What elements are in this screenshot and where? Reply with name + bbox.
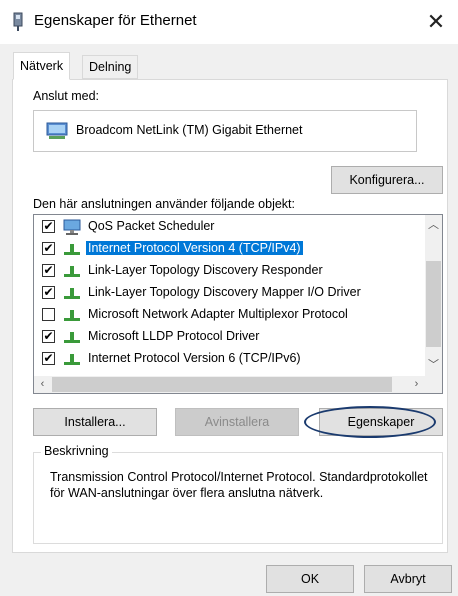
protocol-icon: [64, 288, 80, 299]
list-item[interactable]: ✔ Internet Protocol Version 4 (TCP/IPv4): [34, 238, 424, 260]
list-item[interactable]: ✔ Microsoft LLDP Protocol Driver: [34, 326, 424, 348]
button-label: Egenskaper: [347, 415, 415, 429]
item-label: Link-Layer Topology Discovery Responder: [88, 263, 323, 277]
scroll-right-icon[interactable]: ›: [408, 376, 425, 393]
checkbox[interactable]: ✔: [42, 286, 55, 299]
scrollbar-corner: [425, 376, 442, 393]
checkbox[interactable]: ✔: [42, 264, 55, 277]
checkbox[interactable]: ✔: [42, 242, 55, 255]
properties-button[interactable]: Egenskaper: [319, 408, 443, 436]
list-item[interactable]: ✔ QoS Packet Scheduler: [34, 216, 424, 238]
button-label: OK: [300, 572, 320, 586]
item-label: Microsoft Network Adapter Multiplexor Pr…: [88, 307, 348, 321]
item-label: QoS Packet Scheduler: [88, 219, 215, 233]
window-title: Egenskaper för Ethernet: [34, 12, 197, 29]
scroll-down-icon[interactable]: ﹀: [425, 357, 442, 374]
tab-label: Delning: [89, 60, 132, 74]
uninstall-button: Avinstallera: [175, 408, 299, 436]
button-label: Avbryt: [390, 572, 426, 586]
checkbox[interactable]: ✔: [42, 330, 55, 343]
list-item[interactable]: Microsoft Network Adapter Multiplexor Pr…: [34, 304, 424, 326]
tab-label: Nätverk: [20, 59, 64, 73]
description-text: Transmission Control Protocol/Internet P…: [50, 470, 428, 500]
button-label: Avinstallera: [204, 415, 270, 429]
protocol-icon: [64, 310, 80, 321]
connect-using-label: Anslut med:: [33, 89, 100, 103]
button-label: Konfigurera...: [349, 173, 425, 187]
items-list[interactable]: ✔ QoS Packet Scheduler ✔ Internet Protoc…: [33, 214, 443, 394]
items-label: Den här anslutningen använder följande o…: [33, 197, 295, 211]
close-icon: ✕: [426, 9, 446, 34]
vertical-scrollbar[interactable]: ︿ ﹀: [425, 215, 442, 376]
checkbox[interactable]: [42, 308, 55, 321]
close-button[interactable]: ✕: [414, 0, 458, 44]
tab-sharing[interactable]: Delning: [82, 55, 139, 79]
protocol-icon: [64, 266, 80, 277]
protocol-icon: [64, 354, 80, 365]
qos-scheduler-icon: [63, 219, 81, 235]
item-label: Link-Layer Topology Discovery Mapper I/O…: [88, 285, 361, 299]
ok-button[interactable]: OK: [266, 565, 354, 593]
install-button[interactable]: Installera...: [33, 408, 157, 436]
list-item[interactable]: ✔ Link-Layer Topology Discovery Mapper I…: [34, 282, 424, 304]
description-group: Beskrivning Transmission Control Protoco…: [33, 444, 443, 544]
protocol-icon: [64, 332, 80, 343]
configure-button[interactable]: Konfigurera...: [331, 166, 443, 194]
network-adapter-icon: [46, 122, 68, 139]
scroll-up-icon[interactable]: ︿: [425, 217, 442, 234]
description-title: Beskrivning: [41, 444, 112, 458]
network-tab-panel: Anslut med: Broadcom NetLink (TM) Gigabi…: [12, 79, 448, 553]
scrollbar-thumb[interactable]: [52, 377, 392, 392]
checkbox[interactable]: ✔: [42, 220, 55, 233]
network-adapter-icon: [13, 12, 23, 31]
adapter-box: Broadcom NetLink (TM) Gigabit Ethernet: [33, 110, 417, 152]
scroll-left-icon[interactable]: ‹: [34, 376, 51, 393]
title-bar: Egenskaper för Ethernet ✕: [0, 0, 458, 44]
checkbox[interactable]: ✔: [42, 352, 55, 365]
button-label: Installera...: [64, 415, 126, 429]
list-item[interactable]: ✔ Link-Layer Topology Discovery Responde…: [34, 260, 424, 282]
item-label: Internet Protocol Version 4 (TCP/IPv4): [86, 241, 303, 255]
tab-network[interactable]: Nätverk: [13, 52, 71, 80]
cancel-button[interactable]: Avbryt: [364, 565, 452, 593]
horizontal-scrollbar[interactable]: ‹ ›: [34, 376, 427, 393]
adapter-name: Broadcom NetLink (TM) Gigabit Ethernet: [76, 123, 303, 137]
scrollbar-thumb[interactable]: [426, 261, 441, 347]
item-label: Microsoft LLDP Protocol Driver: [88, 329, 260, 343]
item-label: Internet Protocol Version 6 (TCP/IPv6): [88, 351, 301, 365]
list-item[interactable]: ✔ Internet Protocol Version 6 (TCP/IPv6): [34, 348, 424, 370]
protocol-icon: [64, 244, 80, 255]
